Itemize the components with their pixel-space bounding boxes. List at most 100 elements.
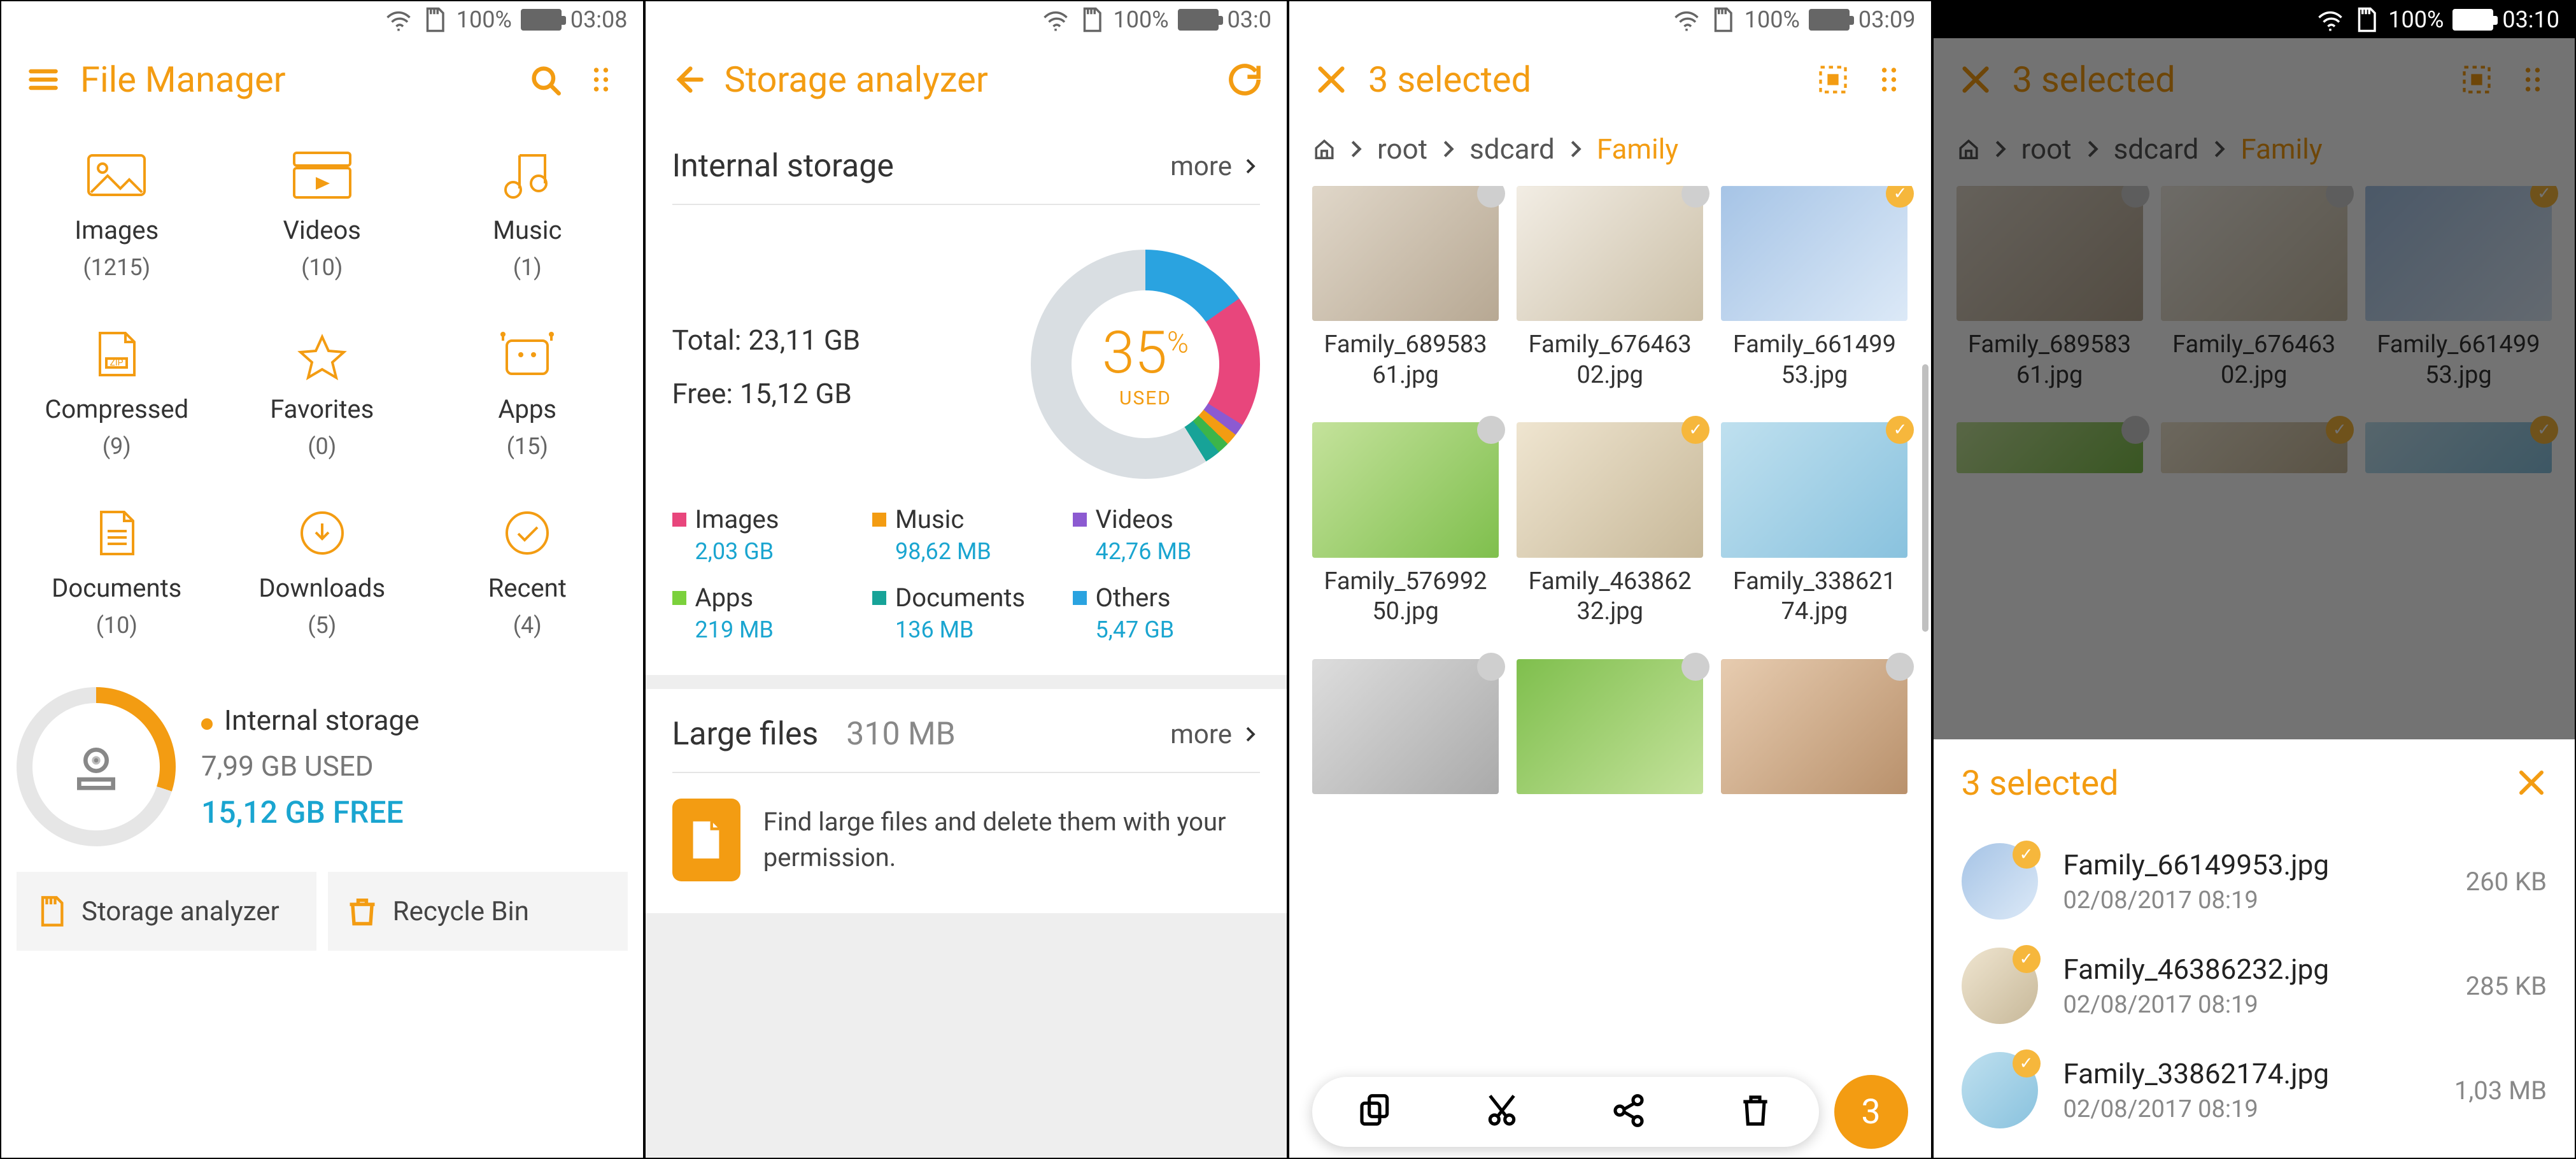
tile-recycle-bin[interactable]: Recycle Bin <box>328 872 628 951</box>
file-thumb[interactable]: Family_68958361.jpg <box>1957 186 2143 390</box>
category-documents[interactable]: Documents (10) <box>14 504 220 639</box>
home-icon[interactable] <box>1958 138 1979 160</box>
file-size: 285 KB <box>2466 971 2547 1001</box>
section-large-files[interactable]: Large files 310 MB more <box>646 689 1287 772</box>
overflow-button[interactable] <box>2514 60 2552 99</box>
file-thumb[interactable]: Family_57699250.jpg <box>1312 422 1499 627</box>
category-favorites[interactable]: Favorites (0) <box>220 325 425 460</box>
search-icon <box>528 63 562 96</box>
legend-name: Others <box>1096 583 1171 613</box>
sheet-title: 3 selected <box>1962 764 2119 804</box>
select-badge[interactable] <box>2121 416 2149 444</box>
category-images[interactable]: Images (1215) <box>14 146 220 281</box>
refresh-button[interactable] <box>1226 60 1264 99</box>
section-title: Large files <box>672 716 819 753</box>
file-thumb[interactable]: Family_66149953.jpg <box>2365 186 2552 390</box>
select-all-button[interactable] <box>1814 60 1852 99</box>
selection-count-fab[interactable]: 3 <box>1834 1075 1908 1149</box>
legend-item-videos[interactable]: Videos 42,76 MB <box>1073 504 1261 565</box>
select-badge[interactable] <box>1886 416 1914 444</box>
file-thumb[interactable] <box>1517 659 1703 794</box>
storage-gauge <box>17 687 176 846</box>
thumbnail-image <box>1957 186 2143 321</box>
file-name: Family_57699250.jpg <box>1324 567 1487 627</box>
select-badge[interactable] <box>1681 653 1709 681</box>
legend-swatch <box>872 513 886 527</box>
select-badge[interactable] <box>1681 186 1709 208</box>
legend-item-images[interactable]: Images 2,03 GB <box>672 504 860 565</box>
sheet-row[interactable]: Family_46386232.jpg 02/08/2017 08:19 285… <box>1962 934 2547 1038</box>
file-thumb[interactable]: Family_33862174.jpg <box>1721 422 1907 627</box>
file-thumb[interactable]: Family_46386232.jpg <box>1517 422 1703 627</box>
category-count: (10) <box>96 612 138 639</box>
crumb-sdcard[interactable]: sdcard <box>2114 132 2199 166</box>
select-badge[interactable] <box>1681 416 1709 444</box>
select-badge[interactable] <box>1886 186 1914 208</box>
sheet-row[interactable]: Family_66149953.jpg 02/08/2017 08:19 260… <box>1962 829 2547 934</box>
legend-item-documents[interactable]: Documents 136 MB <box>872 583 1060 643</box>
select-badge[interactable] <box>2530 416 2558 444</box>
file-thumb[interactable]: Family_66149953.jpg <box>1721 186 1907 390</box>
sheet-row[interactable]: Family_33862174.jpg 02/08/2017 08:19 1,0… <box>1962 1038 2547 1142</box>
select-all-icon <box>1816 63 1850 96</box>
category-recent[interactable]: Recent (4) <box>425 504 630 639</box>
category-videos[interactable]: Videos (10) <box>220 146 425 281</box>
legend-item-apps[interactable]: Apps 219 MB <box>672 583 860 643</box>
menu-button[interactable] <box>24 60 62 99</box>
copy-button[interactable] <box>1357 1093 1393 1131</box>
delete-button[interactable] <box>1737 1093 1773 1131</box>
category-apps[interactable]: Apps (15) <box>425 325 630 460</box>
chevron-right-icon <box>1990 138 2011 160</box>
select-badge[interactable] <box>2326 186 2354 208</box>
overflow-button[interactable] <box>1870 60 1908 99</box>
tile-storage-analyzer[interactable]: Storage analyzer <box>17 872 316 951</box>
search-button[interactable] <box>526 60 564 99</box>
home-icon[interactable] <box>1313 138 1335 160</box>
select-badge[interactable] <box>1886 653 1914 681</box>
file-thumb[interactable]: Family_67646302.jpg <box>1517 186 1703 390</box>
back-button[interactable] <box>669 60 707 99</box>
selection-app-bar: 3 selected <box>1289 38 1931 121</box>
select-badge[interactable] <box>1477 416 1505 444</box>
breadcrumb: root sdcard Family <box>1934 121 2575 186</box>
legend-swatch <box>872 591 886 605</box>
select-badge[interactable] <box>2326 416 2354 444</box>
file-thumb[interactable]: Family_67646302.jpg <box>2161 186 2347 390</box>
file-thumb[interactable]: Family_68958361.jpg <box>1312 186 1499 390</box>
legend-value: 5,47 GB <box>1096 616 1261 643</box>
share-button[interactable] <box>1611 1093 1646 1131</box>
scrollbar[interactable] <box>1922 364 1928 632</box>
overflow-button[interactable] <box>582 60 620 99</box>
category-downloads[interactable]: Downloads (5) <box>220 504 425 639</box>
category-music[interactable]: Music (1) <box>425 146 630 281</box>
file-thumb[interactable] <box>2365 422 2552 473</box>
section-internal-storage[interactable]: Internal storage more <box>646 121 1287 204</box>
select-badge[interactable] <box>2530 186 2558 208</box>
share-icon <box>1611 1093 1646 1128</box>
category-compressed[interactable]: ZIP Compressed (9) <box>14 325 220 460</box>
sd-icon <box>2353 6 2379 33</box>
crumb-root[interactable]: root <box>1377 132 1427 166</box>
select-badge[interactable] <box>1477 653 1505 681</box>
select-all-button[interactable] <box>2458 60 2496 99</box>
category-grid: Images (1215) Videos (10) Music (1) ZIP … <box>1 121 643 651</box>
bin-icon <box>346 895 379 928</box>
legend-item-others[interactable]: Others 5,47 GB <box>1073 583 1261 643</box>
internal-storage-card[interactable]: Internal storage 7,99 GB USED 15,12 GB F… <box>17 687 628 846</box>
sheet-close-button[interactable] <box>2516 767 2547 800</box>
legend-item-music[interactable]: Music 98,62 MB <box>872 504 1060 565</box>
close-selection-button[interactable] <box>1957 60 1995 99</box>
thumbnail-image <box>1721 186 1907 321</box>
file-thumb[interactable] <box>1312 659 1499 794</box>
legend-name: Videos <box>1096 504 1173 534</box>
cut-button[interactable] <box>1484 1093 1520 1131</box>
legend-value: 136 MB <box>895 616 1060 643</box>
select-badge[interactable] <box>2121 186 2149 208</box>
crumb-sdcard[interactable]: sdcard <box>1469 132 1555 166</box>
file-thumb[interactable] <box>2161 422 2347 473</box>
crumb-root[interactable]: root <box>2021 132 2072 166</box>
file-thumb[interactable] <box>1957 422 2143 473</box>
file-thumb[interactable] <box>1721 659 1907 794</box>
close-selection-button[interactable] <box>1312 60 1350 99</box>
storage-name: Internal storage <box>224 704 420 737</box>
